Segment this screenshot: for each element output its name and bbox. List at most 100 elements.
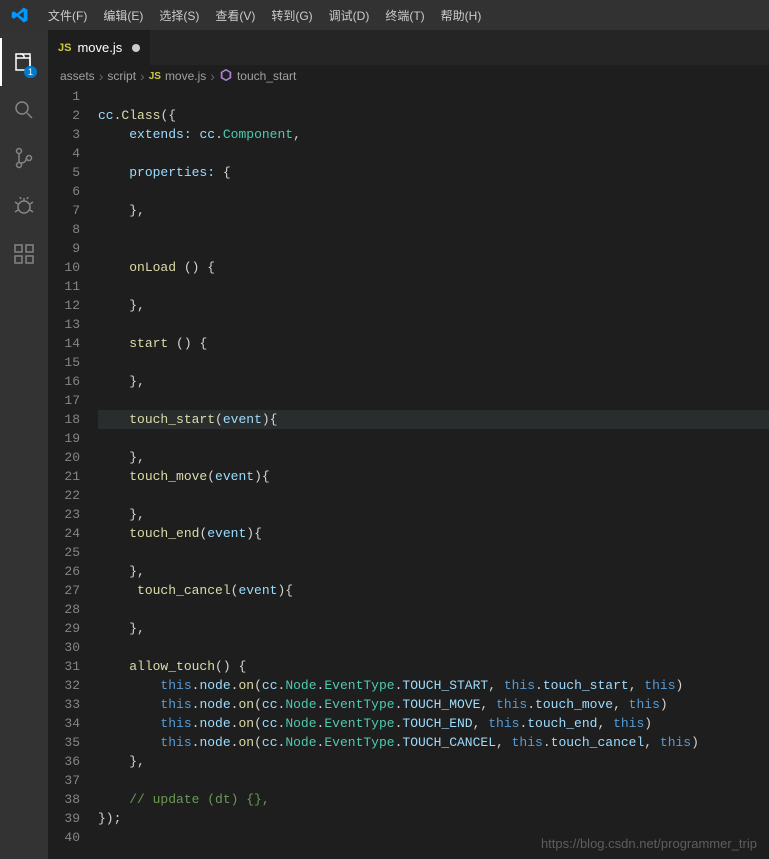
code-line[interactable]	[98, 315, 769, 334]
line-number: 35	[48, 733, 80, 752]
code-line[interactable]	[98, 543, 769, 562]
code-line[interactable]: onLoad () {	[98, 258, 769, 277]
line-number: 18	[48, 410, 80, 429]
code-line[interactable]: extends: cc.Component,	[98, 125, 769, 144]
code-line[interactable]	[98, 486, 769, 505]
source-control-icon[interactable]	[0, 134, 48, 182]
menu-item[interactable]: 终端(T)	[377, 0, 432, 30]
line-number: 15	[48, 353, 80, 372]
line-number: 23	[48, 505, 80, 524]
line-number: 27	[48, 581, 80, 600]
code-line[interactable]	[98, 353, 769, 372]
line-number: 1	[48, 87, 80, 106]
js-file-icon: JS	[58, 42, 71, 54]
code-line[interactable]: touch_end(event){	[98, 524, 769, 543]
breadcrumb-seg[interactable]: touch_start	[237, 69, 296, 83]
code-line[interactable]: this.node.on(cc.Node.EventType.TOUCH_STA…	[98, 676, 769, 695]
explorer-icon[interactable]: 1	[0, 38, 48, 86]
main-area: 1 JS move.js assets › script › JS	[0, 30, 769, 859]
line-number: 19	[48, 429, 80, 448]
activity-bar: 1	[0, 30, 48, 859]
line-number: 34	[48, 714, 80, 733]
code-line[interactable]	[98, 220, 769, 239]
line-number: 31	[48, 657, 80, 676]
code-line[interactable]: },	[98, 201, 769, 220]
line-number: 13	[48, 315, 80, 334]
code-line[interactable]: touch_move(event){	[98, 467, 769, 486]
js-file-icon: JS	[149, 71, 161, 82]
editor-tabs: JS move.js	[48, 30, 769, 65]
breadcrumb-seg[interactable]: assets	[60, 69, 95, 83]
line-number: 28	[48, 600, 80, 619]
line-number: 30	[48, 638, 80, 657]
code-line[interactable]	[98, 391, 769, 410]
line-number: 22	[48, 486, 80, 505]
menu-item[interactable]: 文件(F)	[40, 0, 95, 30]
line-number: 10	[48, 258, 80, 277]
code-line[interactable]: properties: {	[98, 163, 769, 182]
menu-item[interactable]: 调试(D)	[321, 0, 378, 30]
breadcrumb-seg[interactable]: move.js	[165, 69, 206, 83]
extensions-icon[interactable]	[0, 230, 48, 278]
code-line[interactable]	[98, 182, 769, 201]
code-line[interactable]: cc.Class({	[98, 106, 769, 125]
dirty-indicator-icon	[132, 44, 140, 52]
code-line[interactable]: },	[98, 562, 769, 581]
debug-icon[interactable]	[0, 182, 48, 230]
tab-filename: move.js	[77, 40, 122, 55]
code-line[interactable]	[98, 429, 769, 448]
code-line[interactable]: },	[98, 448, 769, 467]
menu-item[interactable]: 帮助(H)	[433, 0, 490, 30]
chevron-right-icon: ›	[99, 68, 104, 84]
chevron-right-icon: ›	[140, 68, 145, 84]
line-number: 21	[48, 467, 80, 486]
code-line[interactable]: },	[98, 505, 769, 524]
menu-item[interactable]: 编辑(E)	[95, 0, 151, 30]
code-line[interactable]	[98, 771, 769, 790]
code-line[interactable]: allow_touch() {	[98, 657, 769, 676]
code-line[interactable]: },	[98, 752, 769, 771]
code-line[interactable]	[98, 277, 769, 296]
code-line[interactable]: // update (dt) {},	[98, 790, 769, 809]
menu-item[interactable]: 转到(G)	[263, 0, 320, 30]
line-number: 4	[48, 144, 80, 163]
line-number: 17	[48, 391, 80, 410]
breadcrumb-seg[interactable]: script	[107, 69, 136, 83]
line-number: 37	[48, 771, 80, 790]
code-line[interactable]: },	[98, 296, 769, 315]
line-number: 36	[48, 752, 80, 771]
code-line[interactable]	[98, 144, 769, 163]
code-line[interactable]	[98, 87, 769, 106]
chevron-right-icon: ›	[210, 68, 215, 84]
line-number: 9	[48, 239, 80, 258]
code-line[interactable]	[98, 239, 769, 258]
line-number: 14	[48, 334, 80, 353]
code-line[interactable]: touch_cancel(event){	[98, 581, 769, 600]
code-content[interactable]: cc.Class({ extends: cc.Component, proper…	[98, 87, 769, 859]
code-line[interactable]: this.node.on(cc.Node.EventType.TOUCH_CAN…	[98, 733, 769, 752]
breadcrumbs[interactable]: assets › script › JS move.js › touch_sta…	[48, 65, 769, 87]
code-line[interactable]: this.node.on(cc.Node.EventType.TOUCH_END…	[98, 714, 769, 733]
line-number: 25	[48, 543, 80, 562]
menu-item[interactable]: 选择(S)	[151, 0, 207, 30]
line-number: 7	[48, 201, 80, 220]
search-icon[interactable]	[0, 86, 48, 134]
menu-item[interactable]: 查看(V)	[207, 0, 263, 30]
code-line[interactable]: },	[98, 619, 769, 638]
line-number: 2	[48, 106, 80, 125]
code-line[interactable]: this.node.on(cc.Node.EventType.TOUCH_MOV…	[98, 695, 769, 714]
code-line[interactable]: touch_start(event){	[98, 410, 769, 429]
line-number: 6	[48, 182, 80, 201]
line-number: 26	[48, 562, 80, 581]
code-line[interactable]: });	[98, 809, 769, 828]
code-line[interactable]	[98, 600, 769, 619]
tab-move-js[interactable]: JS move.js	[48, 30, 151, 65]
line-number: 29	[48, 619, 80, 638]
code-line[interactable]	[98, 638, 769, 657]
line-number: 8	[48, 220, 80, 239]
code-editor[interactable]: 1234567891011121314151617181920212223242…	[48, 87, 769, 859]
code-line[interactable]: },	[98, 372, 769, 391]
vscode-logo-icon	[8, 3, 32, 27]
code-line[interactable]: start () {	[98, 334, 769, 353]
symbol-method-icon	[219, 68, 233, 85]
